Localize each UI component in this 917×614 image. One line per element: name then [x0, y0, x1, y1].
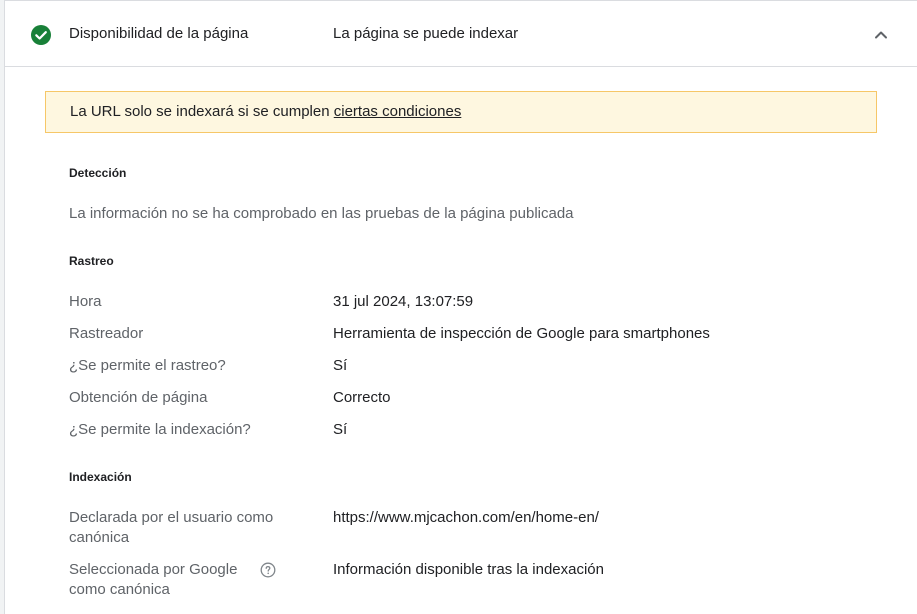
- indexability-status: La página se puede indexar: [333, 25, 519, 42]
- page-availability-header[interactable]: Disponibilidad de la página La página se…: [5, 1, 917, 67]
- crawl-section-title: Rastreo: [69, 254, 114, 268]
- crawl-time-value: 31 jul 2024, 13:07:59: [333, 293, 474, 310]
- crawler-label: Rastreador: [69, 325, 144, 342]
- help-circle-icon[interactable]: [260, 562, 276, 578]
- indexing-allowed-value: Sí: [333, 421, 348, 438]
- indexing-conditions-notice: La URL solo se indexará si se cumplen ci…: [45, 91, 877, 133]
- chevron-up-icon[interactable]: [871, 25, 891, 45]
- notice-text: La URL solo se indexará si se cumplen: [70, 103, 334, 120]
- crawl-allowed-label: ¿Se permite el rastreo?: [69, 357, 226, 374]
- indexing-section-title: Indexación: [69, 470, 132, 484]
- check-circle-icon: [31, 25, 51, 45]
- user-declared-canonical-value: https://www.mjcachon.com/en/home-en/: [333, 509, 599, 526]
- page-availability-panel: Disponibilidad de la página La página se…: [4, 0, 917, 614]
- crawl-allowed-value: Sí: [333, 357, 348, 374]
- discovery-section-title: Detección: [69, 166, 127, 180]
- user-declared-canonical-label: Declarada por el usuario como canónica: [69, 509, 274, 546]
- google-selected-canonical-value: Información disponible tras la indexació…: [333, 561, 604, 578]
- page-availability-title: Disponibilidad de la página: [69, 25, 249, 42]
- conditions-link[interactable]: ciertas condiciones: [334, 103, 462, 120]
- crawler-value: Herramienta de inspección de Google para…: [333, 325, 710, 342]
- indexing-allowed-label: ¿Se permite la indexación?: [69, 421, 251, 438]
- page-fetch-value: Correcto: [333, 389, 391, 406]
- google-selected-canonical-label: Seleccionada por Google como canónica: [69, 561, 238, 598]
- page-fetch-label: Obtención de página: [69, 389, 208, 406]
- crawl-time-label: Hora: [69, 293, 102, 310]
- discovery-message: La información no se ha comprobado en la…: [69, 205, 574, 222]
